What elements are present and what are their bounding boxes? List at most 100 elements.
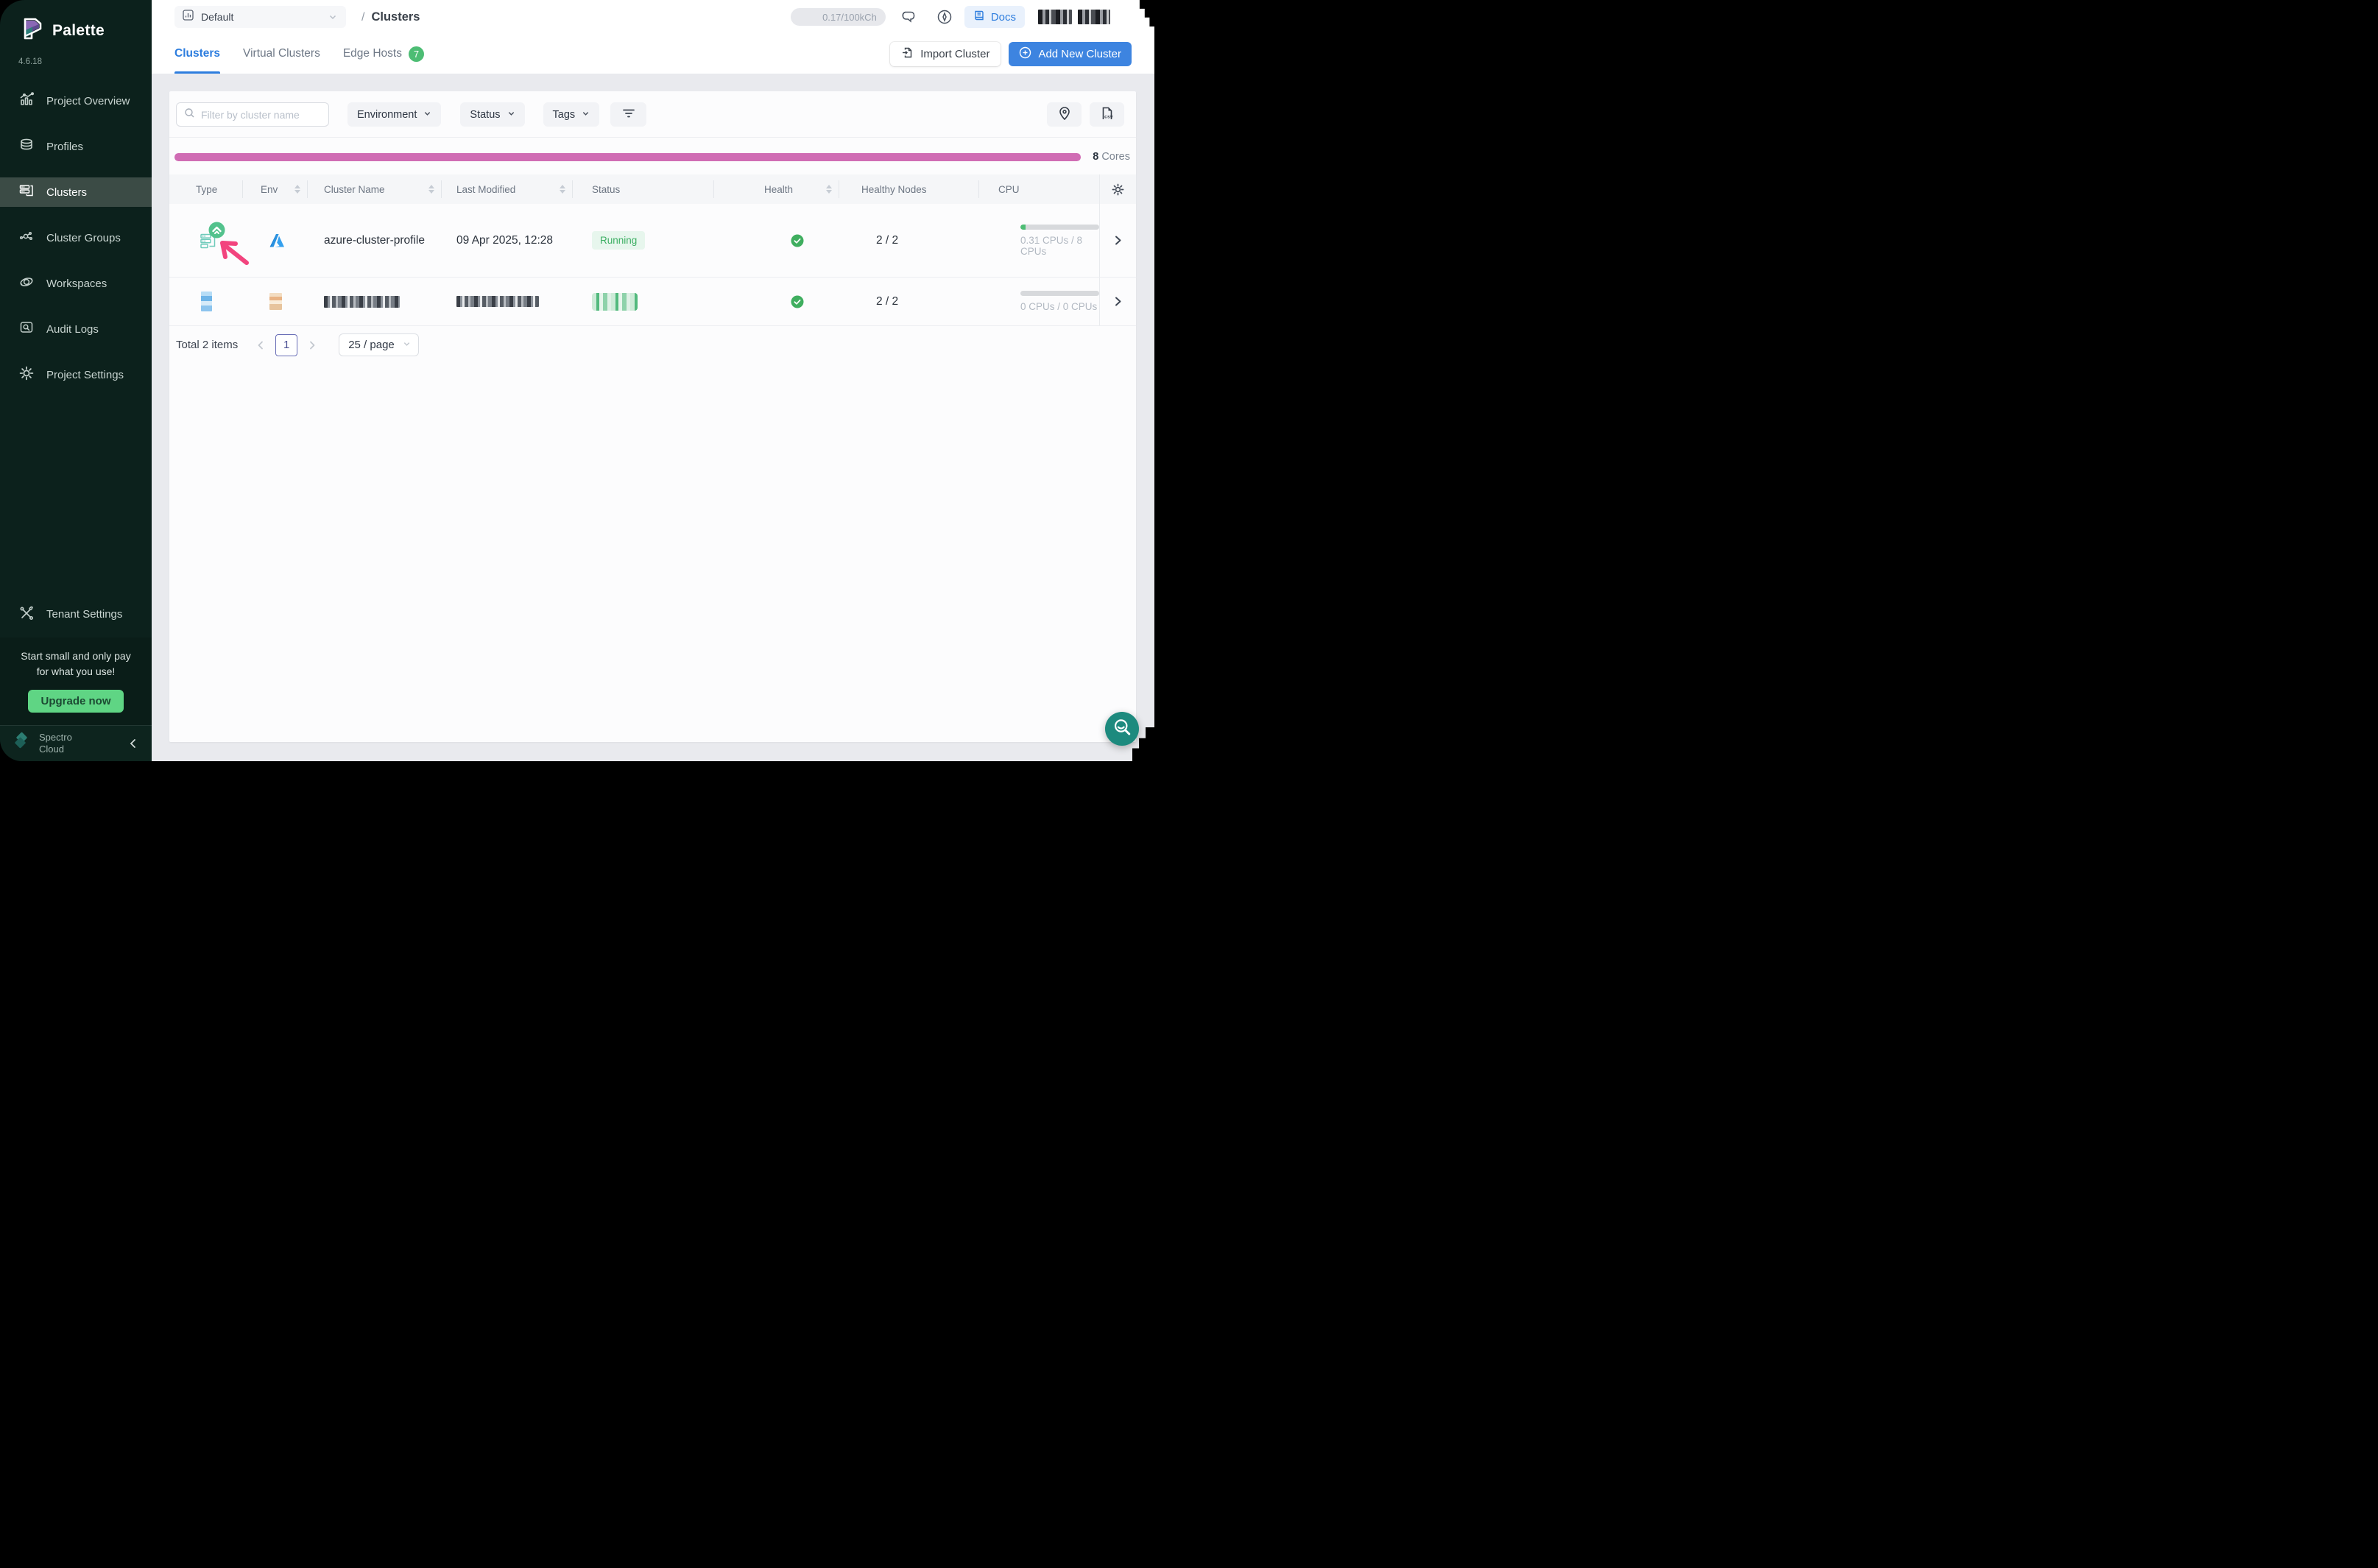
orbit-icon bbox=[18, 274, 35, 293]
status-filter[interactable]: Status bbox=[460, 102, 524, 127]
search-input[interactable] bbox=[201, 109, 321, 121]
table-row[interactable]: azure-cluster-profile 09 Apr 2025, 12:28… bbox=[169, 204, 1136, 278]
cpu-usage-text: 0 CPUs / 0 CPUs bbox=[1020, 301, 1097, 312]
cell-cluster-name[interactable]: azure-cluster-profile bbox=[308, 204, 442, 277]
page-number-button[interactable]: 1 bbox=[275, 334, 297, 356]
cpu-usage-text: 0.31 CPUs / 8 CPUs bbox=[1020, 235, 1099, 257]
sort-icon[interactable] bbox=[294, 185, 300, 194]
sidebar-item-workspaces[interactable]: Workspaces bbox=[0, 269, 152, 298]
chevron-down-icon bbox=[507, 109, 515, 121]
audit-log-icon bbox=[18, 319, 35, 339]
column-header-health[interactable]: Health bbox=[714, 174, 839, 204]
cpu-usage-fill bbox=[1020, 225, 1026, 230]
gear-icon bbox=[18, 365, 35, 384]
sidebar-item-clusters[interactable]: Clusters bbox=[0, 177, 152, 207]
user-name-redacted[interactable] bbox=[1038, 10, 1110, 24]
tools-icon bbox=[18, 605, 35, 624]
sidebar-item-label: Clusters bbox=[46, 186, 87, 199]
row-expand-chevron[interactable] bbox=[1113, 235, 1123, 246]
cell-status: Running bbox=[573, 204, 714, 277]
page-actions: Import Cluster Add New Cluster bbox=[890, 34, 1132, 74]
advanced-filter-button[interactable] bbox=[610, 102, 646, 127]
promo-text: Start small and only pay for what you us… bbox=[10, 649, 141, 680]
column-header-type[interactable]: Type bbox=[169, 174, 243, 204]
tabs-bar: Clusters Virtual Clusters Edge Hosts 7 bbox=[152, 34, 1154, 74]
column-header-healthy-nodes[interactable]: Healthy Nodes bbox=[839, 174, 979, 204]
table-row[interactable]: 2 / 2 0 CPUs / 0 CPUs bbox=[169, 278, 1136, 326]
sidebar-item-label: Tenant Settings bbox=[46, 608, 122, 621]
column-header-status[interactable]: Status bbox=[573, 174, 714, 204]
chevron-down-icon bbox=[582, 109, 590, 121]
sort-icon[interactable] bbox=[428, 185, 434, 194]
sidebar-item-project-settings[interactable]: Project Settings bbox=[0, 360, 152, 389]
sidebar-item-label: Project Settings bbox=[46, 369, 124, 381]
compass-explore-button[interactable] bbox=[936, 8, 953, 26]
collapse-sidebar-icon[interactable] bbox=[128, 738, 138, 749]
redacted-env-icon bbox=[269, 293, 282, 310]
azure-icon bbox=[269, 233, 285, 249]
server-icon bbox=[18, 183, 35, 202]
column-header-cluster-name[interactable]: Cluster Name bbox=[308, 174, 442, 204]
tab-clusters[interactable]: Clusters bbox=[174, 34, 220, 74]
tags-filter[interactable]: Tags bbox=[543, 102, 600, 127]
tab-virtual-clusters[interactable]: Virtual Clusters bbox=[243, 34, 320, 74]
redacted-date bbox=[456, 296, 539, 307]
cell-last-modified bbox=[442, 278, 573, 325]
column-header-env[interactable]: Env bbox=[243, 174, 308, 204]
sidebar-item-tenant-settings[interactable]: Tenant Settings bbox=[0, 600, 152, 629]
search-assistant-fab[interactable] bbox=[1105, 712, 1139, 746]
column-header-cpu[interactable]: CPU bbox=[979, 174, 1099, 204]
cell-health bbox=[714, 204, 839, 277]
sidebar-item-profiles[interactable]: Profiles bbox=[0, 132, 152, 161]
import-file-icon bbox=[901, 46, 914, 62]
book-icon bbox=[973, 10, 985, 24]
cell-cluster-name[interactable] bbox=[308, 278, 442, 325]
add-new-cluster-button[interactable]: Add New Cluster bbox=[1009, 42, 1132, 66]
project-icon bbox=[182, 9, 194, 25]
cell-type bbox=[169, 204, 243, 277]
sidebar-item-audit-logs[interactable]: Audit Logs bbox=[0, 314, 152, 344]
previous-page-button[interactable] bbox=[256, 340, 265, 350]
cpu-usage-bar bbox=[1020, 225, 1099, 230]
filter-lines-icon bbox=[623, 108, 635, 121]
sort-icon[interactable] bbox=[826, 185, 832, 194]
sidebar-item-cluster-groups[interactable]: Cluster Groups bbox=[0, 223, 152, 252]
check-circle-icon bbox=[791, 295, 804, 308]
magnifier-smile-icon bbox=[1109, 716, 1135, 743]
cluster-search[interactable] bbox=[176, 102, 329, 127]
chevron-down-icon bbox=[423, 109, 431, 121]
tab-edge-hosts[interactable]: Edge Hosts 7 bbox=[343, 34, 424, 74]
map-view-button[interactable] bbox=[1047, 102, 1082, 127]
environment-filter[interactable]: Environment bbox=[347, 102, 441, 127]
column-header-last-modified[interactable]: Last Modified bbox=[442, 174, 573, 204]
sidebar-footer: Spectro Cloud bbox=[0, 725, 152, 761]
feedback-chat-button[interactable] bbox=[900, 8, 918, 27]
cores-usage-label: 8 Cores bbox=[1093, 151, 1131, 163]
breadcrumb: / Clusters bbox=[361, 10, 420, 24]
usage-quota-pill: 0.17/100kCh bbox=[791, 8, 886, 26]
column-settings-button[interactable] bbox=[1111, 183, 1125, 197]
chevron-down-icon bbox=[403, 339, 411, 351]
sidebar-nav: Project Overview Profiles bbox=[0, 86, 152, 389]
page-size-select[interactable]: 25 / page bbox=[339, 333, 419, 356]
chevron-down-icon bbox=[328, 13, 337, 21]
server-stack-icon bbox=[199, 241, 218, 253]
upgrade-now-button[interactable]: Upgrade now bbox=[28, 690, 123, 713]
cell-cpu: 0.31 CPUs / 8 CPUs bbox=[979, 204, 1099, 277]
location-pin-icon bbox=[1058, 106, 1071, 123]
row-expand-chevron[interactable] bbox=[1113, 296, 1123, 307]
redacted-type-icon bbox=[201, 292, 212, 311]
cell-last-modified: 09 Apr 2025, 12:28 bbox=[442, 204, 573, 277]
sidebar-item-label: Audit Logs bbox=[46, 323, 99, 336]
sidebar-bottom: Tenant Settings Start small and only pay… bbox=[0, 600, 152, 761]
sidebar-item-project-overview[interactable]: Project Overview bbox=[0, 86, 152, 116]
filter-toolbar: Environment Status Tags bbox=[169, 91, 1136, 137]
project-selector[interactable]: Default bbox=[174, 6, 346, 28]
topbar-right: 0.17/100kCh bbox=[791, 6, 1110, 28]
export-csv-button[interactable]: csv bbox=[1090, 102, 1124, 127]
docs-button[interactable]: Docs bbox=[964, 6, 1025, 28]
import-cluster-button[interactable]: Import Cluster bbox=[890, 42, 1001, 66]
sort-icon[interactable] bbox=[560, 185, 565, 194]
search-icon bbox=[184, 107, 195, 122]
next-page-button[interactable] bbox=[308, 340, 317, 350]
